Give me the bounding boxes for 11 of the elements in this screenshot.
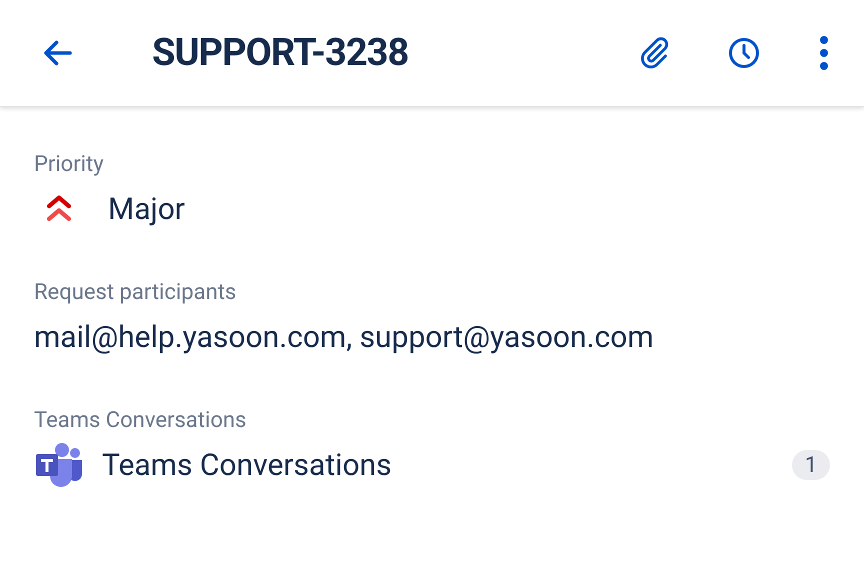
- field-value: mail@help.yasoon.com, support@yasoon.com: [34, 318, 654, 356]
- count-badge: 1: [792, 450, 830, 480]
- field-value: Major: [108, 190, 185, 228]
- field-label: Teams Conversations: [34, 407, 248, 435]
- teams-logo-icon: [34, 440, 84, 490]
- more-icon: [819, 36, 829, 70]
- field-label: Priority: [34, 151, 105, 179]
- issue-title: SUPPORT-3238: [152, 30, 408, 76]
- field-value: Teams Conversations: [102, 446, 392, 484]
- clock-icon: [726, 35, 762, 71]
- field-label: Request participants: [34, 279, 238, 307]
